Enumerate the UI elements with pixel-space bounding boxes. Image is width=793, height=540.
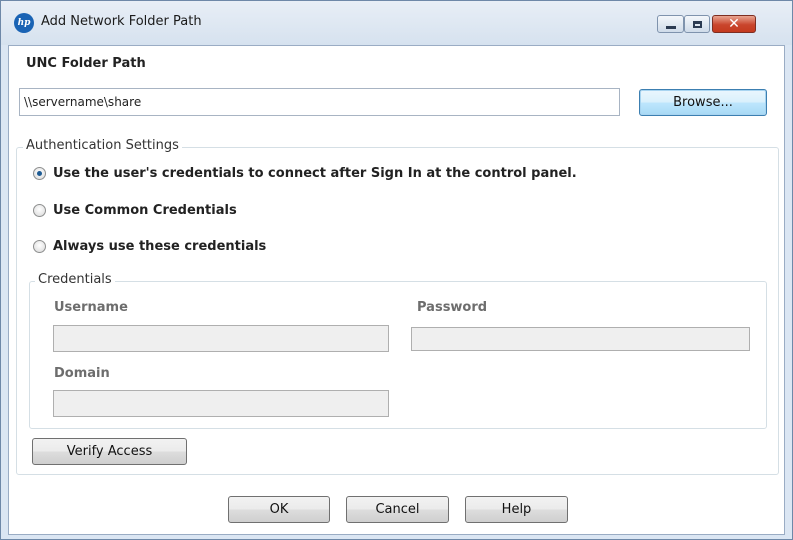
title-bar[interactable]: hp Add Network Folder Path ✕ [1, 1, 792, 45]
ok-button[interactable]: OK [228, 496, 330, 523]
unc-path-input[interactable] [20, 89, 619, 115]
radio-common-credentials[interactable]: Use Common Credentials [33, 203, 237, 218]
radio-dot-icon [37, 171, 42, 176]
dialog-window: hp Add Network Folder Path ✕ UNC Folder … [0, 0, 793, 540]
radio-always-use-credentials-label: Always use these credentials [53, 239, 267, 254]
radio-always-use-credentials[interactable]: Always use these credentials [33, 239, 266, 254]
maximize-button[interactable] [684, 15, 710, 33]
radio-user-credentials[interactable]: Use the user's credentials to connect af… [33, 166, 577, 181]
close-button[interactable]: ✕ [712, 15, 756, 33]
domain-field[interactable] [53, 390, 389, 417]
dialog-content: UNC Folder Path Browse... Authentication… [8, 45, 785, 535]
hp-logo-icon: hp [14, 13, 34, 33]
username-field[interactable] [53, 325, 389, 352]
unc-path-field-wrapper [19, 88, 620, 116]
unc-folder-path-label: UNC Folder Path [26, 56, 146, 71]
cancel-button[interactable]: Cancel [346, 496, 449, 523]
radio-user-credentials-label: Use the user's credentials to connect af… [53, 166, 577, 181]
help-button[interactable]: Help [465, 496, 568, 523]
minimize-button[interactable] [657, 15, 684, 33]
close-icon: ✕ [728, 16, 740, 32]
password-label: Password [417, 300, 488, 315]
credentials-legend: Credentials [35, 272, 115, 287]
radio-button[interactable] [33, 204, 46, 217]
browse-button[interactable]: Browse... [639, 89, 767, 116]
authentication-settings-legend: Authentication Settings [23, 138, 182, 153]
verify-access-button[interactable]: Verify Access [32, 438, 187, 465]
radio-button[interactable] [33, 240, 46, 253]
domain-label: Domain [54, 366, 110, 381]
radio-common-credentials-label: Use Common Credentials [53, 203, 237, 218]
password-field[interactable] [411, 327, 750, 351]
minimize-icon [665, 25, 676, 29]
radio-button-selected[interactable] [33, 167, 46, 180]
window-title: Add Network Folder Path [41, 14, 202, 29]
username-label: Username [54, 300, 128, 315]
maximize-icon [692, 20, 702, 28]
